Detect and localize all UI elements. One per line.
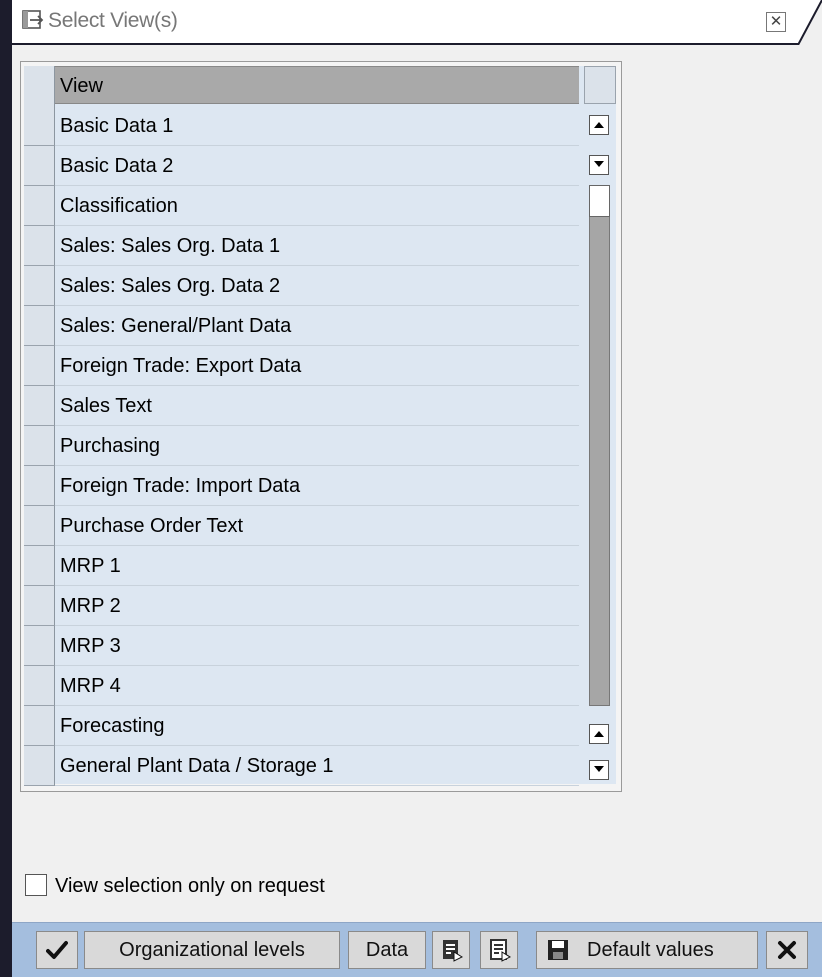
row-label: Basic Data 1 <box>60 115 174 137</box>
table-row[interactable]: Sales: Sales Org. Data 2 <box>24 266 579 306</box>
row-select-cell[interactable] <box>24 666 55 706</box>
views-table-body: View Basic Data 1 Basic Data 2 Classific… <box>24 66 616 786</box>
row-select-cell[interactable] <box>24 146 55 186</box>
row-label: Forecasting <box>60 715 165 737</box>
row-label: Sales: Sales Org. Data 1 <box>60 235 281 257</box>
table-row[interactable]: Foreign Trade: Export Data <box>24 346 579 386</box>
column-header-label: View <box>60 75 103 97</box>
row-label: MRP 4 <box>60 675 121 697</box>
dialog-title: Select View(s) <box>48 9 178 32</box>
row-select-cell[interactable] <box>24 746 55 786</box>
table-row[interactable]: Classification <box>24 186 579 226</box>
deselect-all-button[interactable] <box>480 931 518 969</box>
table-row[interactable]: Sales Text <box>24 386 579 426</box>
row-select-cell[interactable] <box>24 506 55 546</box>
arrow-up-icon <box>594 731 604 737</box>
row-label: Sales Text <box>60 395 152 417</box>
row-select-cell[interactable] <box>24 106 55 146</box>
row-select-cell[interactable] <box>24 706 55 746</box>
row-select-cell[interactable] <box>24 266 55 306</box>
table-row[interactable]: General Plant Data / Storage 1 <box>24 746 579 786</box>
row-select-cell[interactable] <box>24 226 55 266</box>
table-settings-corner[interactable] <box>584 66 616 104</box>
table-row[interactable]: Foreign Trade: Import Data <box>24 466 579 506</box>
row-select-cell[interactable] <box>24 386 55 426</box>
row-select-cell[interactable] <box>24 306 55 346</box>
table-row[interactable]: Sales: General/Plant Data <box>24 306 579 346</box>
row-select-cell[interactable] <box>24 426 55 466</box>
select-all-rows-cell[interactable] <box>24 66 55 106</box>
scroll-page-up-button[interactable] <box>589 115 609 135</box>
dialog-titlebar: Select View(s) ✕ <box>12 0 822 45</box>
table-row[interactable]: Sales: Sales Org. Data 1 <box>24 226 579 266</box>
arrow-up-icon <box>594 122 604 128</box>
row-label: MRP 3 <box>60 635 121 657</box>
row-label: MRP 2 <box>60 595 121 617</box>
row-label: Foreign Trade: Export Data <box>60 355 302 377</box>
arrow-down-icon <box>594 161 604 167</box>
cancel-icon <box>778 941 796 959</box>
row-label: Sales: General/Plant Data <box>60 315 292 337</box>
cancel-button[interactable] <box>766 931 808 969</box>
data-button[interactable]: Data <box>348 931 426 969</box>
arrow-down-icon <box>594 766 604 772</box>
organizational-levels-button[interactable]: Organizational levels <box>84 931 340 969</box>
row-label: General Plant Data / Storage 1 <box>60 755 334 777</box>
row-select-cell[interactable] <box>24 586 55 626</box>
select-all-icon <box>443 940 463 962</box>
table-row[interactable]: MRP 4 <box>24 666 579 706</box>
select-all-button[interactable] <box>432 931 470 969</box>
row-select-cell[interactable] <box>24 346 55 386</box>
row-label: Purchasing <box>60 435 161 457</box>
views-table: View Basic Data 1 Basic Data 2 Classific… <box>20 61 622 792</box>
row-select-cell[interactable] <box>24 466 55 506</box>
vertical-scrollbar[interactable] <box>589 185 610 706</box>
checkmark-icon <box>46 941 68 959</box>
close-button[interactable]: ✕ <box>766 12 786 32</box>
confirm-button[interactable] <box>36 931 78 969</box>
table-row[interactable]: Basic Data 1 <box>24 106 579 146</box>
window-frame <box>0 0 12 977</box>
view-selection-label: View selection only on request <box>55 875 325 897</box>
table-row[interactable]: MRP 1 <box>24 546 579 586</box>
table-row[interactable]: Basic Data 2 <box>24 146 579 186</box>
row-label: Sales: Sales Org. Data 2 <box>60 275 281 297</box>
row-label: MRP 1 <box>60 555 121 577</box>
table-row[interactable]: MRP 3 <box>24 626 579 666</box>
row-select-cell[interactable] <box>24 626 55 666</box>
dialog-toolbar: Organizational levels Data Default value… <box>12 922 822 977</box>
table-row[interactable]: MRP 2 <box>24 586 579 626</box>
window-select-icon <box>22 10 44 29</box>
column-header-view[interactable] <box>55 66 579 104</box>
view-selection-checkbox[interactable] <box>25 874 47 896</box>
row-label: Purchase Order Text <box>60 515 244 537</box>
scrollbar-thumb[interactable] <box>589 185 610 217</box>
default-values-button[interactable]: Default values <box>536 931 758 969</box>
table-row[interactable]: Purchase Order Text <box>24 506 579 546</box>
row-select-cell[interactable] <box>24 186 55 226</box>
row-label: Foreign Trade: Import Data <box>60 475 301 497</box>
row-select-cell[interactable] <box>24 546 55 586</box>
row-label: Classification <box>60 195 178 217</box>
row-label: Basic Data 2 <box>60 155 174 177</box>
scroll-page-down-button[interactable] <box>589 155 609 175</box>
scroll-up-button[interactable] <box>589 724 609 744</box>
deselect-all-icon <box>490 939 511 962</box>
titlebar-edge <box>798 0 822 45</box>
table-header-row: View <box>24 66 579 106</box>
table-row[interactable]: Forecasting <box>24 706 579 746</box>
default-values-label: Default values <box>587 939 714 961</box>
table-row[interactable]: Purchasing <box>24 426 579 466</box>
save-icon <box>548 940 568 960</box>
scroll-down-button[interactable] <box>589 760 609 780</box>
